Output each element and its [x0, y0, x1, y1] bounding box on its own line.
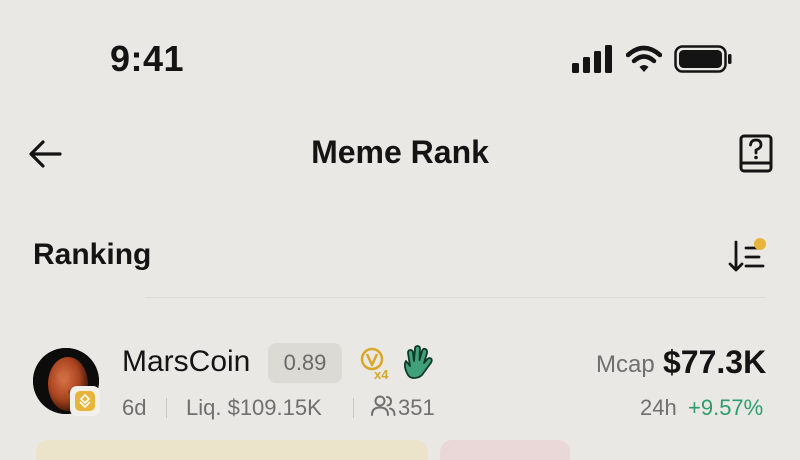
token-age: 6d: [122, 395, 147, 420]
holders-icon: [371, 395, 396, 416]
signal-icon: [572, 45, 612, 73]
meta-separator: [353, 398, 354, 418]
boost-label: x4: [374, 367, 389, 382]
sort-indicator-dot: [754, 238, 766, 250]
help-button[interactable]: [736, 133, 776, 175]
next-row-preview: [36, 440, 428, 460]
change-value: +9.57%: [688, 395, 764, 420]
status-icons: [572, 44, 732, 74]
verified-boost-icon: x4: [360, 347, 389, 382]
mcap-value: $77.3K: [663, 344, 767, 380]
status-time: 9:41: [110, 38, 185, 79]
chain-badge: [70, 386, 100, 416]
token-name: MarsCoin: [122, 345, 251, 378]
page-title: Meme Rank: [311, 134, 489, 170]
waving-hand-icon: [403, 345, 433, 379]
meta-separator: [166, 398, 167, 418]
bnb-chain-icon: [75, 391, 95, 411]
change-period: 24h: [640, 395, 677, 420]
help-book-icon: [739, 134, 773, 173]
mcap-label: Mcap: [596, 351, 655, 378]
token-holders: 351: [398, 395, 435, 420]
token-liquidity: Liq. $109.15K: [186, 395, 322, 420]
score-badge: 0.89: [268, 343, 342, 383]
section-title: Ranking: [33, 238, 152, 271]
next-row-preview: [440, 440, 570, 460]
battery-icon: [674, 45, 732, 73]
section-divider: [145, 297, 765, 298]
wifi-icon: [626, 45, 662, 72]
